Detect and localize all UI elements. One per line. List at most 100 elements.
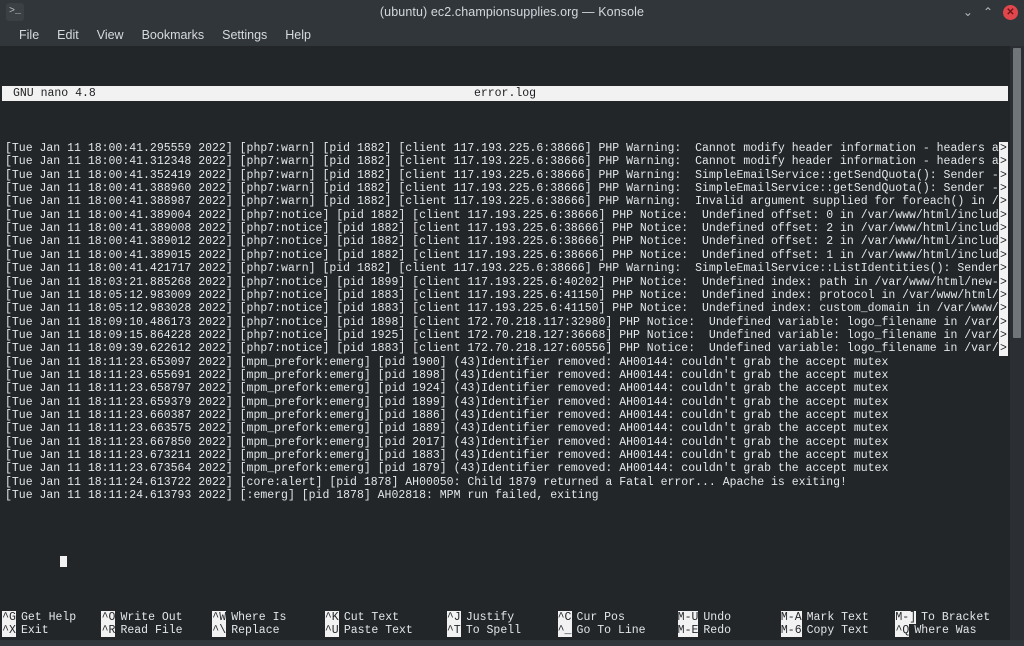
- log-line: [Tue Jan 11 18:11:23.658797 2022] [mpm_p…: [2, 382, 1008, 395]
- line-continuation-icon: >: [999, 302, 1008, 316]
- log-line-text: [Tue Jan 11 18:11:24.613722 2022] [core:…: [5, 475, 847, 489]
- shortcut-label: Redo: [703, 624, 731, 638]
- line-continuation-icon: >: [999, 235, 1008, 249]
- shortcut-group: M-A Mark Text M-6 Copy Text: [780, 610, 895, 638]
- line-continuation-icon: >: [999, 208, 1008, 223]
- shortcut-item[interactable]: ^O Write Out: [101, 610, 212, 624]
- shortcut-item[interactable]: M-E Redo: [677, 624, 781, 638]
- log-line-text: [Tue Jan 11 18:09:10.486173 2022] [php7:…: [5, 315, 1008, 329]
- terminal-scrollbar[interactable]: [1010, 46, 1024, 646]
- shortcut-key: ^O: [101, 610, 116, 624]
- shortcut-label: Where Is: [231, 610, 287, 624]
- shortcut-item[interactable]: M-] To Bracket: [895, 610, 1008, 624]
- shortcut-item[interactable]: ^X Exit: [2, 624, 101, 638]
- shortcut-label: Get Help: [21, 610, 77, 624]
- shortcut-key: ^R: [101, 624, 116, 638]
- shortcut-key: M-]: [895, 610, 917, 624]
- log-line-text: [Tue Jan 11 18:11:23.660387 2022] [mpm_p…: [5, 408, 889, 422]
- line-continuation-icon: >: [999, 248, 1008, 263]
- shortcut-label: Cur Pos: [576, 610, 625, 624]
- log-line-text: [Tue Jan 11 18:11:23.658797 2022] [mpm_p…: [5, 382, 889, 396]
- shortcut-label: Undo: [703, 610, 731, 624]
- close-icon[interactable]: ✕: [1003, 4, 1018, 20]
- shortcut-item[interactable]: ^J Justify: [446, 610, 558, 624]
- shortcut-group: ^K Cut Text ^U Paste Text: [324, 610, 447, 638]
- line-continuation-icon: >: [999, 275, 1008, 289]
- log-line: [Tue Jan 11 18:09:15.864228 2022] [php7:…: [2, 328, 1008, 343]
- log-line-text: [Tue Jan 11 18:09:15.864228 2022] [php7:…: [5, 328, 1008, 342]
- scrollbar-thumb[interactable]: [1013, 48, 1021, 338]
- log-line: [Tue Jan 11 18:05:12.983028 2022] [php7:…: [2, 302, 1008, 316]
- shortcut-label: Where Was: [914, 624, 977, 638]
- shortcut-item[interactable]: ^T To Spell: [446, 624, 558, 638]
- shortcut-item[interactable]: ^C Cur Pos: [557, 610, 678, 624]
- text-cursor: [60, 555, 68, 568]
- menubar: File Edit View Bookmarks Settings Help: [0, 24, 1024, 46]
- log-line-text: [Tue Jan 11 18:11:23.659379 2022] [mpm_p…: [5, 395, 889, 409]
- log-line-text: [Tue Jan 11 18:05:12.983028 2022] [php7:…: [5, 302, 1008, 316]
- log-line: [Tue Jan 11 18:00:41.388960 2022] [php7:…: [2, 182, 1008, 196]
- menu-item-file[interactable]: File: [10, 26, 48, 44]
- shortcut-item[interactable]: ^K Cut Text: [324, 610, 447, 624]
- menu-item-edit[interactable]: Edit: [48, 26, 88, 44]
- shortcut-key: M-E: [677, 624, 699, 638]
- shortcut-item[interactable]: ^W Where Is: [212, 610, 325, 624]
- shortcut-key: ^C: [557, 610, 572, 624]
- menu-item-view[interactable]: View: [88, 26, 133, 44]
- log-line-text: [Tue Jan 11 18:11:23.653097 2022] [mpm_p…: [5, 355, 889, 369]
- window-title: (ubuntu) ec2.championsupplies.org — Kons…: [379, 5, 645, 19]
- konsole-window: >_ (ubuntu) ec2.championsupplies.org — K…: [0, 0, 1024, 646]
- log-line-text: [Tue Jan 11 18:00:41.389008 2022] [php7:…: [5, 222, 1008, 236]
- line-continuation-icon: >: [999, 142, 1008, 156]
- log-line: [Tue Jan 11 18:00:41.389004 2022] [php7:…: [2, 208, 1008, 223]
- shortcut-label: Copy Text: [806, 624, 869, 638]
- menu-item-bookmarks[interactable]: Bookmarks: [133, 26, 214, 44]
- log-line-text: [Tue Jan 11 18:03:21.885268 2022] [php7:…: [5, 275, 1008, 289]
- shortcut-item[interactable]: ^_ Go To Line: [557, 624, 678, 638]
- menu-item-help[interactable]: Help: [276, 26, 320, 44]
- line-continuation-icon: >: [999, 315, 1008, 329]
- nano-editor[interactable]: GNU nano 4.8 error.log [Tue Jan 11 18:00…: [2, 46, 1008, 646]
- log-line: [Tue Jan 11 18:00:41.352419 2022] [php7:…: [2, 168, 1008, 183]
- shortcut-key: ^J: [446, 610, 461, 624]
- log-line: [Tue Jan 11 18:11:23.659379 2022] [mpm_p…: [2, 396, 1008, 409]
- line-continuation-icon: >: [999, 182, 1008, 196]
- shortcut-label: Write Out: [120, 610, 183, 624]
- line-continuation-icon: >: [999, 288, 1008, 303]
- maximize-icon[interactable]: ⌃: [983, 6, 993, 18]
- shortcut-group: ^G Get Help ^X Exit: [2, 610, 101, 638]
- shortcut-item[interactable]: M-A Mark Text: [780, 610, 895, 624]
- shortcut-item[interactable]: ^Q Where Was: [895, 624, 1008, 638]
- shortcut-item[interactable]: ^U Paste Text: [324, 624, 447, 638]
- log-line-text: [Tue Jan 11 18:00:41.389004 2022] [php7:…: [5, 208, 1008, 222]
- log-line-text: [Tue Jan 11 18:09:39.622612 2022] [php7:…: [5, 342, 1008, 356]
- shortcut-item[interactable]: M-6 Copy Text: [780, 624, 895, 638]
- log-line: [Tue Jan 11 18:09:10.486173 2022] [php7:…: [2, 315, 1008, 329]
- shortcut-key: ^W: [212, 610, 227, 624]
- shortcut-key: ^\: [212, 624, 227, 638]
- shortcut-label: Cut Text: [343, 610, 400, 624]
- window-controls: ⌄ ⌃ ✕: [963, 0, 1018, 24]
- log-line-text: [Tue Jan 11 18:00:41.388960 2022] [php7:…: [5, 182, 1008, 196]
- nano-title-bar: GNU nano 4.8 error.log: [2, 86, 1008, 102]
- log-line: [Tue Jan 11 18:11:23.655691 2022] [mpm_p…: [2, 369, 1008, 382]
- shortcut-label: To Spell: [465, 624, 522, 638]
- log-line: [Tue Jan 11 18:03:21.885268 2022] [php7:…: [2, 275, 1008, 289]
- log-line: [Tue Jan 11 18:11:24.613793 2022] [:emer…: [2, 489, 1008, 502]
- shortcut-item[interactable]: ^R Read File: [101, 624, 212, 638]
- shortcut-item[interactable]: ^G Get Help: [2, 610, 101, 624]
- log-content[interactable]: [Tue Jan 11 18:00:41.295559 2022] [php7:…: [2, 141, 1008, 502]
- log-line-text: [Tue Jan 11 18:00:41.388987 2022] [php7:…: [5, 195, 1008, 209]
- shortcut-key: ^_: [557, 624, 572, 638]
- menu-item-settings[interactable]: Settings: [213, 26, 276, 44]
- cursor-line: [2, 542, 1008, 568]
- log-line-text: [Tue Jan 11 18:00:41.389015 2022] [php7:…: [5, 248, 1008, 262]
- shortcut-item[interactable]: M-U Undo: [677, 610, 781, 624]
- log-line-text: [Tue Jan 11 18:11:23.655691 2022] [mpm_p…: [5, 368, 889, 382]
- shortcut-label: Justify: [465, 610, 515, 624]
- shortcut-key: ^T: [446, 624, 461, 638]
- shortcut-group: ^W Where Is ^\ Replace: [212, 610, 325, 638]
- minimize-icon[interactable]: ⌄: [963, 6, 973, 18]
- shortcut-key: ^U: [324, 624, 339, 638]
- shortcut-item[interactable]: ^\ Replace: [212, 624, 325, 638]
